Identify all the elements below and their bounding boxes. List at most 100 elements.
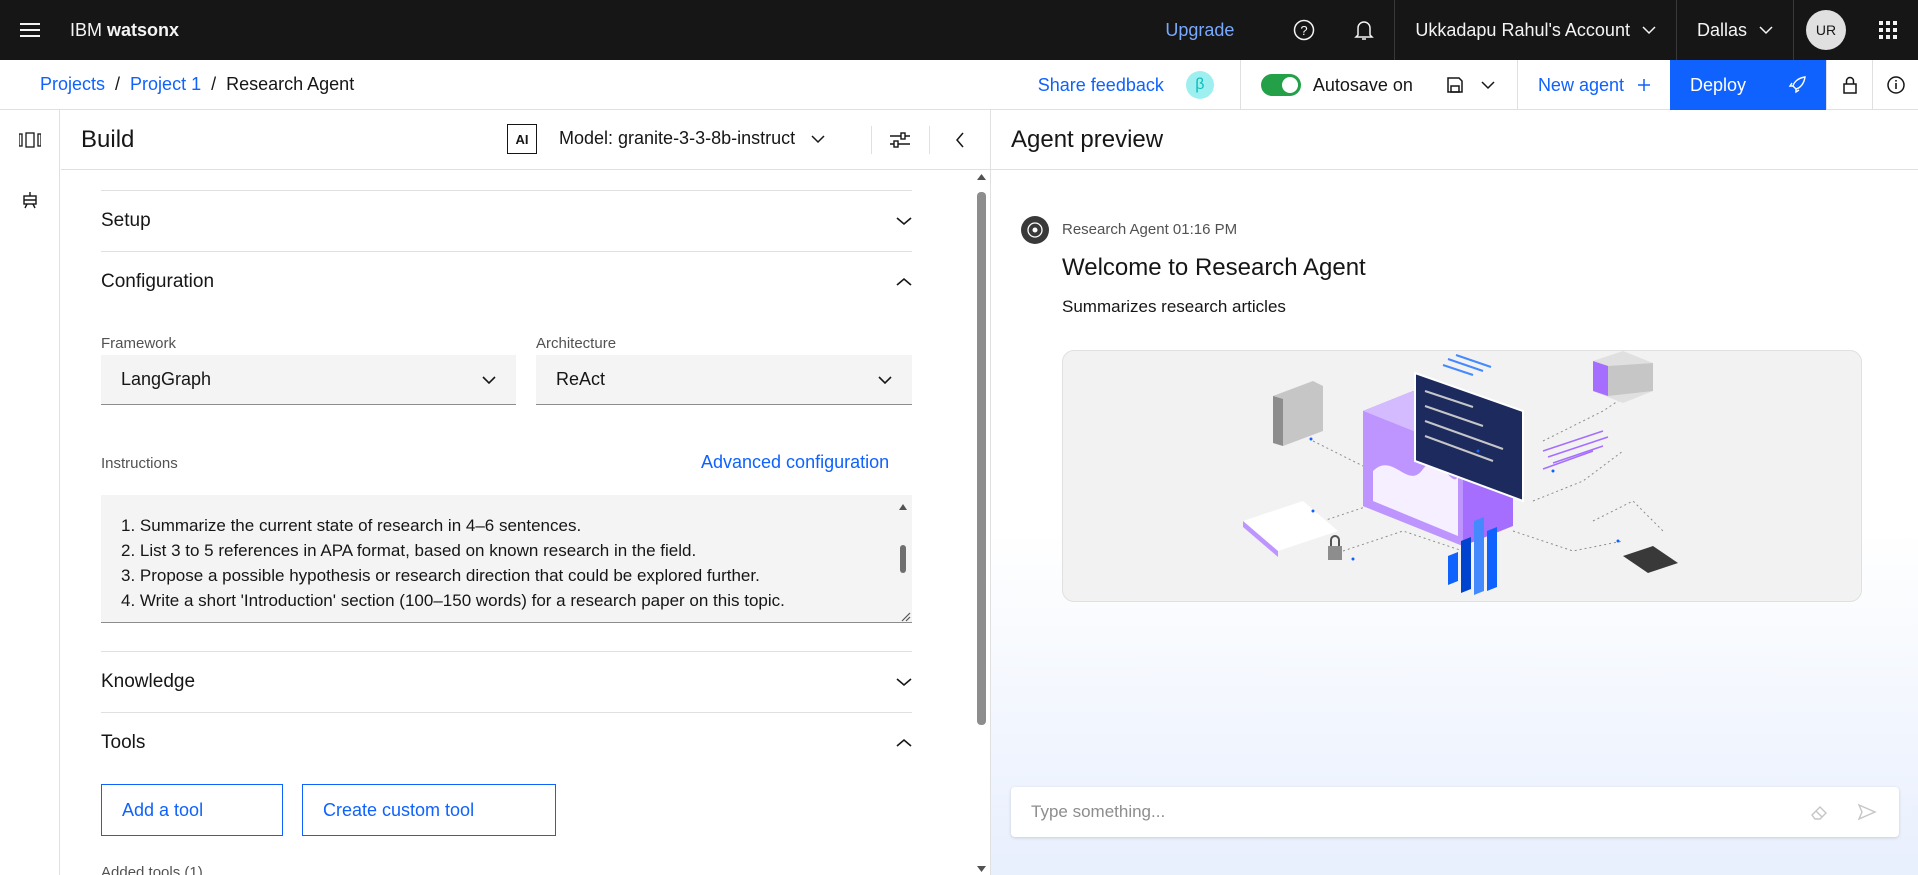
send-icon[interactable] <box>1857 802 1877 822</box>
architecture-value: ReAct <box>556 369 606 389</box>
build-panel: Build AI Model: granite-3-3-8b-instruct … <box>61 110 990 875</box>
avatar[interactable]: UR <box>1806 10 1846 50</box>
menu-icon[interactable] <box>0 0 60 60</box>
build-scrollbar[interactable] <box>973 170 990 875</box>
svg-text:?: ? <box>1301 23 1308 38</box>
message-sender: Research Agent 01:16 PM <box>1062 221 1238 238</box>
beta-badge: β <box>1185 71 1214 99</box>
breadcrumb-separator: / <box>211 74 217 94</box>
agent-summary: Summarizes research articles <box>1062 297 1286 316</box>
chevron-up-icon <box>896 738 912 747</box>
agent-preview-panel: Agent preview Research Agent 01:16 PM We… <box>990 110 1918 875</box>
build-title: Build <box>81 125 135 153</box>
architecture-dropdown[interactable]: ReAct <box>536 355 912 405</box>
chevron-down-icon <box>896 678 912 687</box>
autosave-toggle[interactable]: Autosave on <box>1241 74 1433 96</box>
eraser-icon[interactable] <box>1809 802 1829 822</box>
tools-accordion[interactable]: Tools <box>101 712 912 773</box>
account-name: Ukkadapu Rahul's Account <box>1415 19 1630 40</box>
divider <box>871 126 872 154</box>
breadcrumb-projects[interactable]: Projects <box>40 74 105 95</box>
new-agent-label: New agent <box>1537 74 1624 95</box>
build-scroll-area: Setup Configuration Framework LangGraph … <box>61 170 990 875</box>
agent-bot-icon[interactable] <box>0 170 60 230</box>
framework-value: LangGraph <box>121 369 212 389</box>
advanced-configuration-link[interactable]: Advanced configuration <box>701 452 889 473</box>
framework-label: Framework <box>101 335 177 352</box>
settings-sliders-icon[interactable] <box>885 125 915 155</box>
instruction-line: 2. List 3 to 5 references in APA format,… <box>121 541 697 560</box>
ai-badge: AI <box>507 124 537 154</box>
add-tool-button[interactable]: Add a tool <box>101 784 283 836</box>
deploy-label: Deploy <box>1690 74 1747 95</box>
build-header: Build AI Model: granite-3-3-8b-instruct <box>61 110 990 170</box>
monitor-illustration <box>1363 371 1524 546</box>
brand-watsonx: watsonx <box>107 19 180 40</box>
framework-dropdown[interactable]: LangGraph <box>101 355 516 405</box>
instructions-label: Instructions <box>101 455 178 472</box>
breadcrumb-separator: / <box>115 74 121 94</box>
chevron-left-icon[interactable] <box>945 125 975 155</box>
model-label: Model: granite-3-3-8b-instruct <box>559 128 796 148</box>
section-title: Tools <box>101 732 146 753</box>
tablet-illustration <box>1623 546 1678 573</box>
configuration-accordion[interactable]: Configuration <box>101 251 912 312</box>
section-title: Configuration <box>101 271 215 292</box>
chevron-down-icon <box>1642 26 1656 35</box>
share-feedback-link[interactable]: Share feedback <box>1038 75 1164 96</box>
help-icon[interactable]: ? <box>1274 0 1334 60</box>
toggle-switch[interactable] <box>1260 74 1301 96</box>
lock-icon[interactable] <box>1826 60 1872 110</box>
brand-ibm: IBM <box>70 19 108 40</box>
app-switcher-icon[interactable] <box>1858 0 1918 60</box>
setup-accordion[interactable]: Setup <box>101 190 912 251</box>
section-title: Knowledge <box>101 671 196 692</box>
info-icon[interactable] <box>1872 60 1918 110</box>
chat-input-placeholder: Type something... <box>1031 802 1166 821</box>
autosave-label: Autosave on <box>1312 74 1413 95</box>
save-menu-button[interactable] <box>1433 77 1517 93</box>
create-custom-tool-button[interactable]: Create custom tool <box>302 784 556 836</box>
chevron-down-icon <box>811 134 825 143</box>
notification-icon[interactable] <box>1334 0 1394 60</box>
lock-illustration <box>1328 535 1342 560</box>
agent-avatar <box>1021 216 1049 244</box>
welcome-illustration <box>1062 350 1862 602</box>
instruction-line: 4. Write a short 'Introduction' section … <box>121 591 785 610</box>
chevron-down-icon <box>482 375 496 384</box>
divider <box>929 126 930 154</box>
page-header: Projects / Project 1 / Research Agent Sh… <box>0 60 1918 110</box>
model-selector[interactable]: Model: granite-3-3-8b-instruct <box>559 128 825 149</box>
server-icon <box>1593 351 1653 403</box>
panel-layout-icon[interactable] <box>0 110 60 170</box>
chevron-down-icon <box>1481 81 1495 90</box>
left-rail <box>0 110 60 875</box>
top-navigation-bar: IBM watsonx Upgrade ? Ukkadapu Rahul's A… <box>0 0 1918 60</box>
chevron-down-icon <box>1759 26 1773 35</box>
rocket-icon <box>1788 76 1806 94</box>
chevron-down-icon <box>896 217 912 226</box>
region-name: Dallas <box>1696 19 1747 40</box>
breadcrumb: Projects / Project 1 / Research Agent <box>40 74 354 95</box>
preview-title: Agent preview <box>991 110 1918 170</box>
instruction-line: 1. Summarize the current state of resear… <box>121 516 582 535</box>
instruction-line: 3. Propose a possible hypothesis or rese… <box>121 566 760 585</box>
upgrade-link[interactable]: Upgrade <box>1165 20 1234 41</box>
section-title: Setup <box>101 210 151 231</box>
new-agent-button[interactable]: New agent <box>1518 75 1670 96</box>
added-tools-label: Added tools (1) <box>101 864 203 875</box>
breadcrumb-project-1[interactable]: Project 1 <box>130 74 201 95</box>
chevron-up-icon <box>896 277 912 286</box>
instructions-textarea[interactable]: 1. Summarize the current state of resear… <box>101 495 912 623</box>
region-switcher[interactable]: Dallas <box>1675 0 1793 60</box>
add-icon <box>1638 79 1650 91</box>
product-name[interactable]: IBM watsonx <box>70 20 179 41</box>
architecture-label: Architecture <box>536 335 617 352</box>
chat-input[interactable]: Type something... <box>1011 787 1899 837</box>
deploy-button[interactable]: Deploy <box>1670 60 1826 110</box>
save-icon <box>1447 77 1463 93</box>
account-switcher[interactable]: Ukkadapu Rahul's Account <box>1394 0 1676 60</box>
knowledge-accordion[interactable]: Knowledge <box>101 651 912 712</box>
textarea-scrollbar[interactable] <box>894 495 912 623</box>
breadcrumb-current: Research Agent <box>226 74 355 94</box>
